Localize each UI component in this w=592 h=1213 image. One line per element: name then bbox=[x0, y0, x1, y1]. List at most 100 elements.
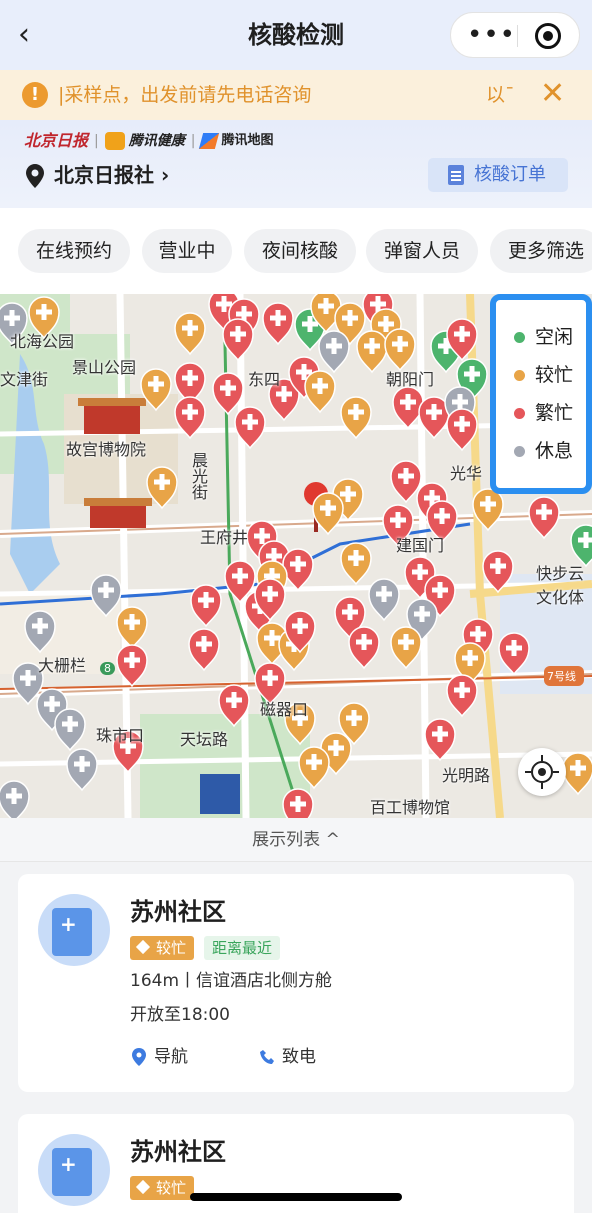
testing-site-pin[interactable] bbox=[498, 632, 530, 676]
testing-site-pin[interactable] bbox=[356, 330, 388, 374]
testing-site-pin[interactable] bbox=[298, 746, 330, 790]
testing-site-pin[interactable] bbox=[446, 674, 478, 718]
testing-site-pin[interactable] bbox=[90, 574, 122, 618]
map-label: 大栅栏 bbox=[38, 656, 87, 675]
testing-site-pin[interactable] bbox=[190, 584, 222, 628]
mini-program-capsule: ••• bbox=[450, 12, 580, 58]
metro-line-badge: 7号线 bbox=[547, 670, 576, 683]
testing-site-pin[interactable] bbox=[174, 396, 206, 440]
brand-strip: 北京日报 | 腾讯健康 | 腾讯地图 北京日报社 › 核酸订单 bbox=[0, 120, 592, 208]
map-label: 天坛路 bbox=[180, 730, 229, 749]
locate-me-button[interactable] bbox=[518, 748, 566, 796]
close-program-icon[interactable] bbox=[535, 23, 561, 49]
legend-dot bbox=[514, 370, 525, 381]
filter-bar: 在线预约 营业中 夜间核酸 弹窗人员 更多筛选 bbox=[0, 208, 592, 294]
testing-site-pin[interactable] bbox=[222, 318, 254, 362]
filter-open-now[interactable]: 营业中 bbox=[142, 229, 232, 273]
testing-site-pin[interactable] bbox=[140, 368, 172, 412]
metro-line-badge: 8 bbox=[100, 662, 115, 675]
testing-site-pin[interactable] bbox=[384, 328, 416, 372]
map-label: 故宫博物院 bbox=[66, 440, 147, 459]
testing-site-pin[interactable] bbox=[218, 684, 250, 728]
testing-site-pin[interactable] bbox=[390, 626, 422, 670]
testing-site-card[interactable]: 苏州社区 较忙 距离最近 164m丨信谊酒店北侧方舱 开放至18:00 导航 致… bbox=[18, 874, 574, 1092]
clipboard-icon bbox=[448, 165, 464, 185]
filter-popup-personnel[interactable]: 弹窗人员 bbox=[366, 229, 478, 273]
legend-item-busy: 繁忙 bbox=[514, 400, 586, 438]
legend-label: 休息 bbox=[535, 440, 574, 462]
close-icon[interactable]: ✕ bbox=[540, 78, 565, 110]
testing-site-pin[interactable] bbox=[262, 302, 294, 346]
map-label: 文津街 bbox=[0, 370, 49, 389]
legend-item-idle: 空闲 bbox=[514, 324, 586, 362]
more-icon[interactable]: ••• bbox=[467, 17, 515, 53]
logo-separator: | bbox=[190, 133, 196, 149]
notice-bar: ! |采样点，出发前请先电话咨询 以¯ ✕ bbox=[0, 70, 592, 120]
testing-site-pin[interactable] bbox=[340, 542, 372, 586]
testing-site-pin[interactable] bbox=[348, 626, 380, 670]
testing-site-pin[interactable] bbox=[368, 578, 400, 622]
testing-site-pin[interactable] bbox=[340, 396, 372, 440]
testing-site-pin[interactable] bbox=[116, 644, 148, 688]
site-distance-address: 164m丨信谊酒店北侧方舱 bbox=[130, 971, 333, 991]
testing-site-pin[interactable] bbox=[66, 748, 98, 792]
testing-site-pin[interactable] bbox=[146, 466, 178, 510]
map-label: 珠市口 bbox=[96, 726, 145, 745]
phone-icon bbox=[260, 1050, 274, 1064]
locate-icon-tick bbox=[553, 771, 559, 773]
capsule-divider bbox=[517, 25, 518, 47]
map-label: 晨光街 bbox=[189, 452, 208, 500]
testing-site-pin[interactable] bbox=[312, 492, 344, 536]
testing-site-pin[interactable] bbox=[282, 788, 314, 818]
testing-site-pin[interactable] bbox=[212, 372, 244, 416]
legend-dot bbox=[514, 332, 525, 343]
site-avatar bbox=[38, 1134, 110, 1206]
testing-site-pin[interactable] bbox=[174, 312, 206, 356]
tencent-map-logo: 腾讯地图 bbox=[221, 133, 274, 148]
filter-online-booking[interactable]: 在线预约 bbox=[18, 229, 130, 273]
navigate-label: 导航 bbox=[154, 1047, 188, 1067]
current-location[interactable]: 北京日报社 › bbox=[54, 160, 169, 190]
call-button[interactable]: 致电 bbox=[260, 1044, 316, 1070]
testing-site-pin[interactable] bbox=[24, 610, 56, 654]
show-list-toggle[interactable]: 展示列表 ^ bbox=[0, 818, 592, 862]
testing-site-pin[interactable] bbox=[282, 548, 314, 592]
clinic-icon bbox=[52, 1148, 92, 1196]
home-indicator bbox=[190, 1193, 402, 1201]
filter-more[interactable]: 更多筛选 bbox=[490, 229, 592, 273]
locate-icon-tick bbox=[541, 783, 543, 789]
testing-site-pin[interactable] bbox=[482, 550, 514, 594]
testing-site-pin[interactable] bbox=[318, 330, 350, 374]
testing-site-pin[interactable] bbox=[392, 386, 424, 430]
partner-logos: 北京日报 | 腾讯健康 | 腾讯地图 bbox=[24, 130, 273, 152]
status-legend: 空闲 较忙 繁忙 休息 bbox=[490, 294, 592, 494]
testing-site-pin[interactable] bbox=[424, 718, 456, 762]
locate-icon bbox=[531, 761, 553, 783]
testing-site-pin[interactable] bbox=[562, 752, 592, 796]
legend-label: 繁忙 bbox=[535, 402, 574, 424]
clinic-icon bbox=[52, 908, 92, 956]
location-pin-icon bbox=[26, 164, 44, 188]
testing-site-pin[interactable] bbox=[188, 628, 220, 672]
testing-site-pin[interactable] bbox=[234, 406, 266, 450]
site-name: 苏州社区 bbox=[130, 1138, 226, 1166]
nucleic-order-button[interactable]: 核酸订单 bbox=[428, 158, 568, 192]
testing-site-pin[interactable] bbox=[528, 496, 560, 540]
map-label: 朝阳门 bbox=[386, 370, 435, 389]
map-view[interactable]: 北海公园 文津街 景山公园 故宫博物院 东四 朝阳门 晨光街 王府井 建国门 光… bbox=[0, 294, 592, 818]
map-label: 百工博物馆 bbox=[370, 798, 451, 817]
testing-site-pin[interactable] bbox=[0, 780, 30, 818]
logo-separator: | bbox=[94, 133, 99, 149]
map-label: 光华 bbox=[450, 464, 483, 483]
filter-night-testing[interactable]: 夜间核酸 bbox=[244, 229, 356, 273]
map-label: 景山公园 bbox=[72, 358, 137, 377]
map-label: 磁器口 bbox=[260, 700, 309, 719]
navigate-button[interactable]: 导航 bbox=[132, 1044, 188, 1070]
testing-site-pin[interactable] bbox=[304, 370, 336, 414]
testing-site-pin[interactable] bbox=[472, 488, 504, 532]
testing-site-pin[interactable] bbox=[54, 708, 86, 752]
call-label: 致电 bbox=[282, 1047, 316, 1067]
testing-site-pin[interactable] bbox=[446, 408, 478, 452]
nearest-badge: 距离最近 bbox=[204, 936, 281, 960]
testing-site-pin[interactable] bbox=[116, 606, 148, 650]
